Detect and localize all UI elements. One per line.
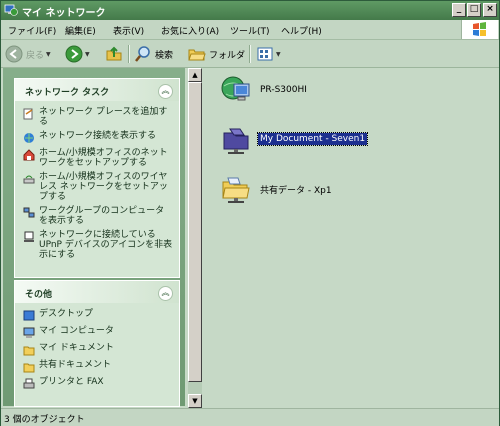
network-connections-icon [24, 133, 34, 143]
place-my-documents[interactable]: マイ ドキュメント [15, 341, 179, 358]
network-share-folder-icon [223, 128, 249, 154]
scroll-down-button[interactable]: ▼ [188, 394, 202, 408]
task-label: ネットワーク プレースを追加する [39, 107, 168, 127]
network-tasks-title: ネットワーク タスク [25, 88, 110, 98]
place-shared-documents[interactable]: 共有ドキュメント [15, 358, 179, 375]
menu-help[interactable]: ヘルプ(H) [281, 24, 322, 37]
back-label: 戻る [26, 50, 45, 61]
network-tasks-header[interactable]: ネットワーク タスク ︽ [15, 79, 179, 101]
menu-edit[interactable]: 編集(E) [65, 24, 96, 37]
maximize-button[interactable]: □ [467, 3, 481, 17]
network-shared-folder-icon [222, 177, 250, 203]
back-dropdown-icon[interactable]: ▼ [46, 51, 51, 58]
vertical-scrollbar[interactable]: ▲ ▼ [188, 68, 202, 408]
task-home-network-setup[interactable]: ホーム/小規模オフィスのネットワークをセットアップする [15, 146, 179, 170]
place-label: プリンタと FAX [39, 377, 104, 387]
menu-file[interactable]: ファイル(F) [8, 24, 56, 37]
my-computer-icon [23, 327, 35, 338]
network-item-label: PR-S300HI [260, 85, 307, 95]
workgroup-computers-icon [23, 207, 35, 218]
up-folder-icon [106, 46, 122, 61]
add-network-place-icon [23, 108, 33, 120]
title-bar[interactable]: マイ ネットワーク _ □ × [1, 1, 499, 20]
views-icon [257, 47, 273, 61]
other-places-title: その他 [25, 290, 53, 300]
task-wireless-network-setup[interactable]: ホーム/小規模オフィスのワイヤレス ネットワークをセットアップする [15, 170, 179, 204]
task-view-connections[interactable]: ネットワーク接続を表示する [15, 129, 179, 146]
task-add-network-place[interactable]: ネットワーク プレースを追加する [15, 105, 179, 129]
network-item-shared-data-xp1[interactable]: 共有データ - Xp1 [220, 173, 334, 205]
network-tasks-panel: ネットワーク タスク ︽ ネットワーク プレースを追加する ネットワーク接続を表… [14, 78, 180, 278]
upnp-devices-icon [24, 231, 34, 242]
back-button[interactable]: 戻る ▼ [5, 44, 51, 64]
folders-icon [188, 49, 206, 61]
task-hide-upnp[interactable]: ネットワークに接続している UPnP デバイスのアイコンを非表示にする [15, 228, 179, 262]
views-button[interactable]: ▼ [256, 44, 281, 64]
menu-view[interactable]: 表示(V) [113, 24, 144, 37]
task-label: ホーム/小規模オフィスのワイヤレス ネットワークをセットアップする [39, 172, 168, 202]
minimize-button[interactable]: _ [452, 3, 466, 17]
forward-dropdown-icon[interactable]: ▼ [85, 51, 90, 58]
windows-logo [461, 20, 498, 39]
content-area: PR-S300HI My Document - Seven1 共有データ - X… [202, 68, 499, 408]
up-folder-button[interactable] [105, 44, 123, 64]
task-label: ワークグループのコンピュータを表示する [39, 206, 165, 226]
place-desktop[interactable]: デスクトップ [15, 307, 179, 324]
desktop-icon [23, 310, 35, 321]
search-icon [135, 46, 150, 62]
search-button[interactable]: 検索 [134, 44, 173, 64]
forward-arrow-icon [65, 45, 83, 63]
place-label: 共有ドキュメント [39, 360, 112, 370]
status-bar: 3 個のオブジェクト [1, 408, 499, 426]
home-network-setup-icon [23, 149, 35, 161]
views-dropdown-icon[interactable]: ▼ [276, 51, 281, 58]
task-pane: ネットワーク タスク ︽ ネットワーク プレースを追加する ネットワーク接続を表… [3, 68, 185, 407]
folders-label: フォルダ [209, 50, 246, 61]
back-arrow-icon [5, 45, 23, 63]
scroll-up-button[interactable]: ▲ [188, 68, 202, 82]
network-item-label: 共有データ - Xp1 [260, 185, 332, 196]
other-places-header[interactable]: その他 ︽ [15, 281, 179, 303]
menu-bar: ファイル(F) 編集(E) 表示(V) お気に入り(A) ツール(T) ヘルプ(… [1, 20, 499, 40]
menu-favorites[interactable]: お気に入り(A) [161, 24, 219, 37]
my-documents-icon [23, 346, 35, 356]
forward-button[interactable]: ▼ [65, 44, 90, 64]
task-label: ホーム/小規模オフィスのネットワークをセットアップする [39, 148, 168, 168]
scroll-thumb[interactable] [188, 82, 202, 382]
wireless-network-setup-icon [23, 175, 35, 184]
network-item-my-document-seven1[interactable]: My Document - Seven1 [220, 123, 369, 155]
printers-fax-icon [23, 378, 35, 389]
collapse-chevron-icon[interactable]: ︽ [158, 84, 173, 99]
my-network-icon [4, 4, 18, 16]
status-text: 3 個のオブジェクト [4, 415, 85, 425]
window-title: マイ ネットワーク [22, 8, 106, 19]
place-my-computer[interactable]: マイ コンピュータ [15, 324, 179, 341]
shared-documents-icon [23, 363, 35, 373]
network-item-pr-s300hi[interactable]: PR-S300HI [220, 74, 309, 106]
place-label: マイ ドキュメント [39, 343, 114, 353]
network-globe-computer-icon [221, 76, 250, 101]
toolbar: 戻る ▼ ▼ 検索 フォルダ ▼ [1, 40, 499, 68]
task-view-workgroup[interactable]: ワークグループのコンピュータを表示する [15, 204, 179, 228]
folders-button[interactable]: フォルダ [188, 44, 245, 64]
search-label: 検索 [155, 50, 174, 61]
collapse-chevron-icon[interactable]: ︽ [158, 286, 173, 301]
other-places-panel: その他 ︽ デスクトップ マイ コンピュータ マイ ドキュメント 共有ドキュメン… [14, 280, 180, 407]
place-label: マイ コンピュータ [39, 326, 114, 336]
task-label: ネットワークに接続している UPnP デバイスのアイコンを非表示にする [39, 230, 173, 260]
place-label: デスクトップ [39, 309, 94, 319]
network-item-label-selected: My Document - Seven1 [256, 132, 369, 146]
explorer-window: マイ ネットワーク _ □ × ファイル(F) 編集(E) 表示(V) お気に入… [0, 0, 500, 426]
close-button[interactable]: × [483, 3, 497, 17]
task-label: ネットワーク接続を表示する [39, 131, 157, 141]
place-printers-fax[interactable]: プリンタと FAX [15, 375, 179, 392]
menu-tools[interactable]: ツール(T) [230, 24, 270, 37]
